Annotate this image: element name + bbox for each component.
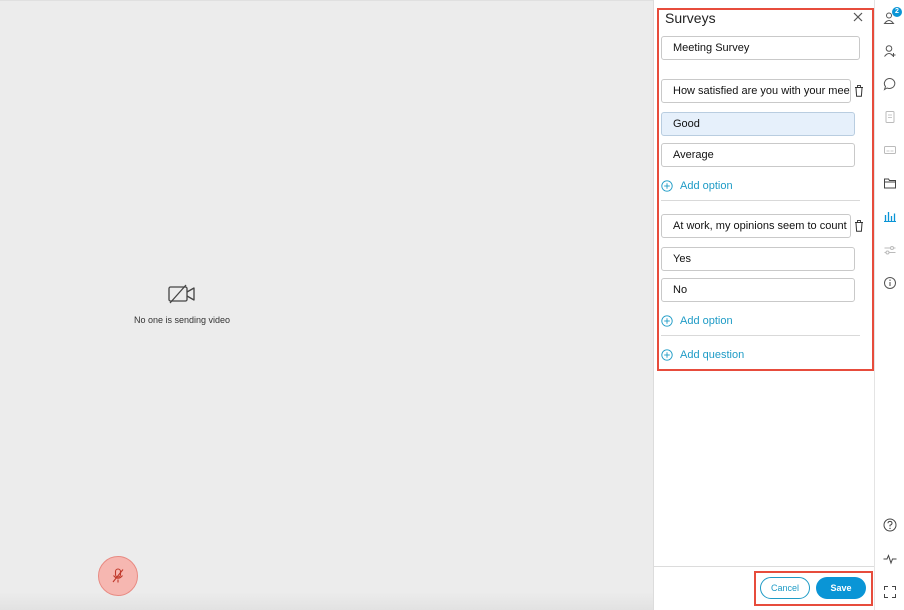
question-1-field[interactable]: How satisfied are you with your meeting xyxy=(661,79,851,103)
plus-circle-icon xyxy=(661,349,673,361)
save-button[interactable]: Save xyxy=(816,577,866,599)
no-video-placeholder: No one is sending video xyxy=(122,283,242,325)
meeting-window: No one is sending video Surveys Meeting … xyxy=(0,0,904,610)
chat-icon[interactable] xyxy=(883,77,897,91)
stage-control-bar xyxy=(0,592,653,610)
question-divider xyxy=(661,335,860,336)
cancel-button[interactable]: Cancel xyxy=(760,577,810,599)
footer-divider xyxy=(654,566,875,567)
no-video-text: No one is sending video xyxy=(133,315,231,325)
notes-icon[interactable] xyxy=(883,110,897,124)
captions-icon[interactable] xyxy=(883,143,897,157)
question-2-option-1[interactable]: Yes xyxy=(661,247,855,271)
polling-icon[interactable] xyxy=(883,209,897,223)
survey-name-field[interactable]: Meeting Survey xyxy=(661,36,860,60)
add-option-button-2[interactable]: Add option xyxy=(661,315,733,327)
side-rail: 2 xyxy=(874,0,904,610)
add-option-label: Add option xyxy=(680,315,733,327)
add-question-label: Add question xyxy=(680,349,745,361)
files-icon[interactable] xyxy=(883,176,897,190)
delete-question-2-icon[interactable] xyxy=(854,220,864,232)
panel-title: Surveys xyxy=(665,10,716,26)
fullscreen-icon[interactable] xyxy=(883,585,897,599)
plus-circle-icon xyxy=(661,315,673,327)
question-2-field[interactable]: At work, my opinions seem to count xyxy=(661,214,851,238)
question-1-option-2[interactable]: Average xyxy=(661,143,855,167)
network-icon[interactable] xyxy=(883,552,897,566)
unmute-button[interactable] xyxy=(98,556,138,596)
video-off-icon xyxy=(168,284,195,304)
add-question-button[interactable]: Add question xyxy=(661,349,744,361)
question-2-option-2[interactable]: No xyxy=(661,278,855,302)
surveys-panel: Surveys Meeting Survey How satisfied are… xyxy=(653,0,875,610)
question-divider xyxy=(661,200,860,201)
add-person-icon[interactable] xyxy=(883,44,897,58)
settings-icon[interactable] xyxy=(883,243,897,257)
video-stage: No one is sending video xyxy=(0,0,653,610)
info-icon[interactable] xyxy=(883,276,897,290)
help-icon[interactable] xyxy=(883,518,897,532)
microphone-muted-icon xyxy=(112,568,124,583)
plus-circle-icon xyxy=(661,180,673,192)
question-1-option-1[interactable]: Good xyxy=(661,112,855,136)
add-option-button-1[interactable]: Add option xyxy=(661,180,733,192)
close-icon[interactable] xyxy=(851,10,865,24)
delete-question-1-icon[interactable] xyxy=(854,85,864,97)
add-option-label: Add option xyxy=(680,180,733,192)
participants-count-badge: 2 xyxy=(892,7,902,17)
